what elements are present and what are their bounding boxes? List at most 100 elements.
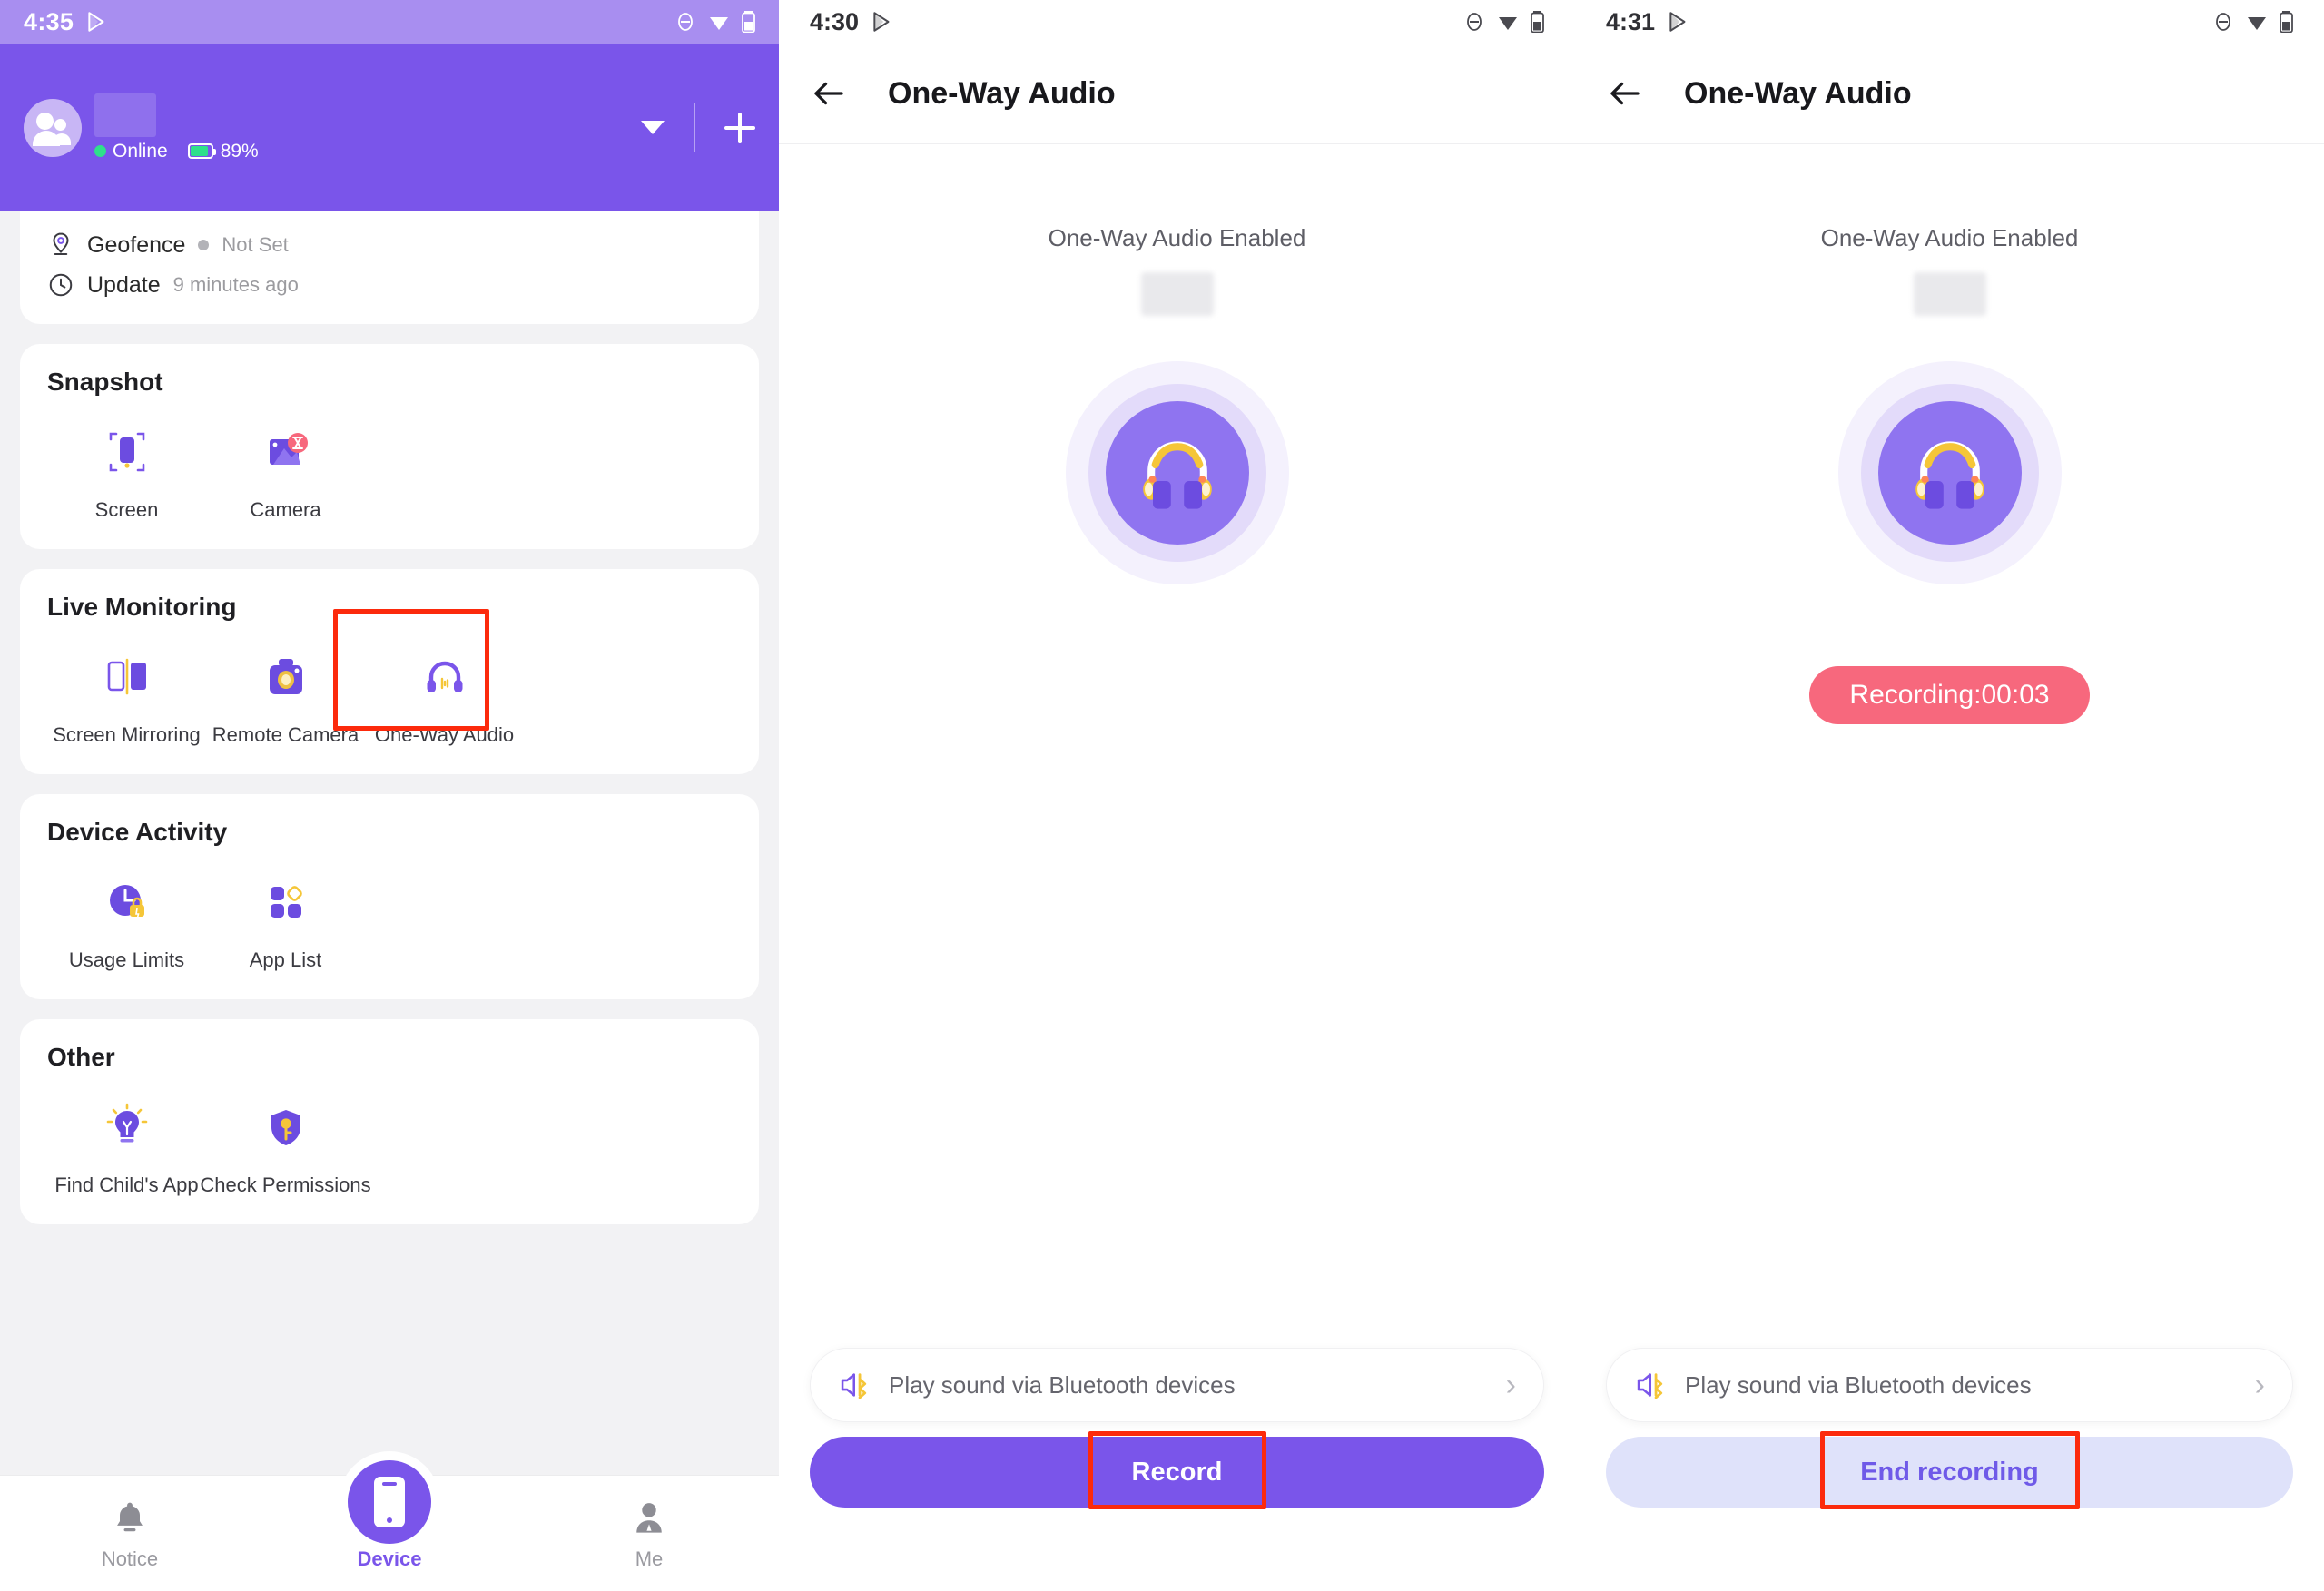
online-dot-icon <box>94 145 106 157</box>
illustration-mid-ring <box>1860 384 2039 562</box>
status-bar-time: 4:31 <box>1606 7 1656 35</box>
illustration-core <box>1105 401 1249 545</box>
battery-icon <box>1531 11 1544 33</box>
bluetooth-row-label: Play sound via Bluetooth devices <box>889 1370 1236 1399</box>
device-dashboard-panel: 4:35 Online 89% Geofence Not Set Update … <box>0 0 779 1591</box>
shield-key-icon <box>261 1099 311 1155</box>
snapshot-tiles: Screen Camera <box>47 424 732 522</box>
page-title: One-Way Audio <box>1684 75 1912 111</box>
record-button[interactable]: Record <box>810 1431 1544 1509</box>
camera-capture-icon <box>261 424 311 480</box>
tile-app-list[interactable]: App List <box>206 874 365 972</box>
chevron-right-icon: › <box>2254 1368 2265 1402</box>
end-recording-button-label: End recording <box>1860 1457 2039 1487</box>
usage-limits-icon <box>102 874 153 930</box>
section-title-snapshot: Snapshot <box>47 368 163 396</box>
end-recording-button[interactable]: End recording <box>1606 1431 2293 1509</box>
chevron-right-icon: › <box>1505 1368 1516 1402</box>
section-other: Other Find Child's App Check Permissions <box>20 1019 759 1224</box>
right-action-wrap: End recording <box>1575 1431 2324 1509</box>
geofence-status-dot-icon <box>198 240 210 250</box>
section-live-monitoring: Live Monitoring Screen Mirroring Remote … <box>20 569 759 774</box>
wifi-icon <box>710 17 728 30</box>
geofence-row[interactable]: Geofence Not Set <box>47 231 732 259</box>
screenshot-stage: 4:35 Online 89% Geofence Not Set Update … <box>0 0 2324 1591</box>
avatar[interactable] <box>24 98 82 157</box>
illustration-outer-ring <box>1065 361 1289 584</box>
update-row[interactable]: Update 9 minutes ago <box>47 271 732 299</box>
tile-remote-camera[interactable]: Remote Camera <box>206 649 365 747</box>
right-bluetooth-row-wrap: Play sound via Bluetooth devices › <box>1575 1348 2324 1422</box>
back-arrow-icon[interactable] <box>810 74 848 113</box>
divider <box>779 143 1575 144</box>
device-header-info: Online 89% <box>94 93 259 162</box>
record-button-label: Record <box>1131 1457 1223 1487</box>
speaker-bluetooth-icon <box>1637 1373 1663 1399</box>
update-label: Update <box>87 271 161 298</box>
tile-label-remote-camera: Remote Camera <box>212 723 359 746</box>
battery-icon <box>742 11 755 33</box>
device-activity-tiles: Usage Limits App List <box>47 874 732 972</box>
device-header: Online 89% <box>0 44 779 211</box>
nav-label-me: Me <box>635 1547 664 1570</box>
left-status-bar: 4:35 <box>0 0 779 44</box>
tile-usage-limits[interactable]: Usage Limits <box>47 874 206 972</box>
tile-camera[interactable]: Camera <box>206 424 365 522</box>
battery-badge: 89% <box>187 141 259 162</box>
tile-screen-mirroring[interactable]: Screen Mirroring <box>47 649 206 747</box>
chevron-down-icon[interactable] <box>641 121 665 134</box>
illustration-outer-ring <box>1837 361 2062 584</box>
nav-item-notice[interactable]: Notice <box>0 1498 260 1591</box>
bell-icon <box>117 1502 143 1532</box>
tile-screen[interactable]: Screen <box>47 424 206 522</box>
headphones-illustration <box>1575 361 2324 584</box>
plus-icon[interactable] <box>724 112 755 143</box>
section-title-live-monitoring: Live Monitoring <box>47 593 237 621</box>
tile-label-camera: Camera <box>250 498 321 521</box>
bluetooth-row[interactable]: Play sound via Bluetooth devices › <box>1606 1348 2293 1422</box>
tile-label-check-permissions: Check Permissions <box>200 1174 371 1196</box>
one-way-audio-icon <box>419 649 470 705</box>
dashboard-body: Geofence Not Set Update 9 minutes ago Sn… <box>0 211 779 1224</box>
one-way-audio-recording-panel: 4:31 One-Way Audio One-Way Audio Enabled… <box>1575 0 2324 1591</box>
recording-badge-wrap: Recording:00:03 <box>1575 666 2324 724</box>
app-list-icon <box>261 874 311 930</box>
device-phone-icon <box>348 1460 431 1544</box>
middle-action-wrap: Record <box>779 1431 1575 1509</box>
back-arrow-icon[interactable] <box>1606 74 1644 113</box>
screen-mirroring-icon <box>102 649 153 705</box>
tile-check-permissions[interactable]: Check Permissions <box>200 1099 371 1197</box>
tile-one-way-audio[interactable]: One-Way Audio <box>333 609 524 747</box>
headphones-illustration <box>779 361 1575 584</box>
wifi-icon <box>2248 17 2266 30</box>
battery-icon <box>2280 11 2293 33</box>
online-label: Online <box>113 140 168 162</box>
middle-bluetooth-row-wrap: Play sound via Bluetooth devices › <box>779 1348 1575 1422</box>
bluetooth-row[interactable]: Play sound via Bluetooth devices › <box>810 1348 1544 1422</box>
tile-label-app-list: App List <box>249 948 322 971</box>
battery-level-icon <box>187 143 216 159</box>
middle-status-bar: 4:30 <box>779 0 1575 44</box>
tile-label-find-childs-app: Find Child's App <box>54 1174 199 1196</box>
nav-item-device[interactable]: Device <box>260 1460 519 1591</box>
play-store-icon <box>873 12 890 32</box>
tile-label-usage-limits: Usage Limits <box>68 948 185 971</box>
do-not-disturb-icon <box>2216 13 2230 31</box>
tile-find-childs-app[interactable]: Find Child's App <box>47 1099 206 1197</box>
device-name-redacted <box>1140 272 1214 316</box>
live-monitoring-tiles: Screen Mirroring Remote Camera One-Way A… <box>47 609 732 747</box>
nav-label-notice: Notice <box>101 1547 159 1570</box>
right-status-bar: 4:31 <box>1575 0 2324 44</box>
right-status-bar-right <box>2212 11 2293 33</box>
play-store-icon <box>88 12 104 32</box>
other-tiles: Find Child's App Check Permissions <box>47 1099 732 1197</box>
divider <box>1575 143 2324 144</box>
right-app-bar: One-Way Audio <box>1575 44 2324 143</box>
illustration-mid-ring <box>1088 384 1266 562</box>
nav-item-me[interactable]: Me <box>519 1498 779 1591</box>
right-status-bar-left: 4:31 <box>1606 8 1690 36</box>
device-name-redacted <box>94 93 156 137</box>
location-pin-icon <box>53 232 69 255</box>
status-badge: Online <box>94 141 168 162</box>
screen-capture-icon <box>102 424 153 480</box>
